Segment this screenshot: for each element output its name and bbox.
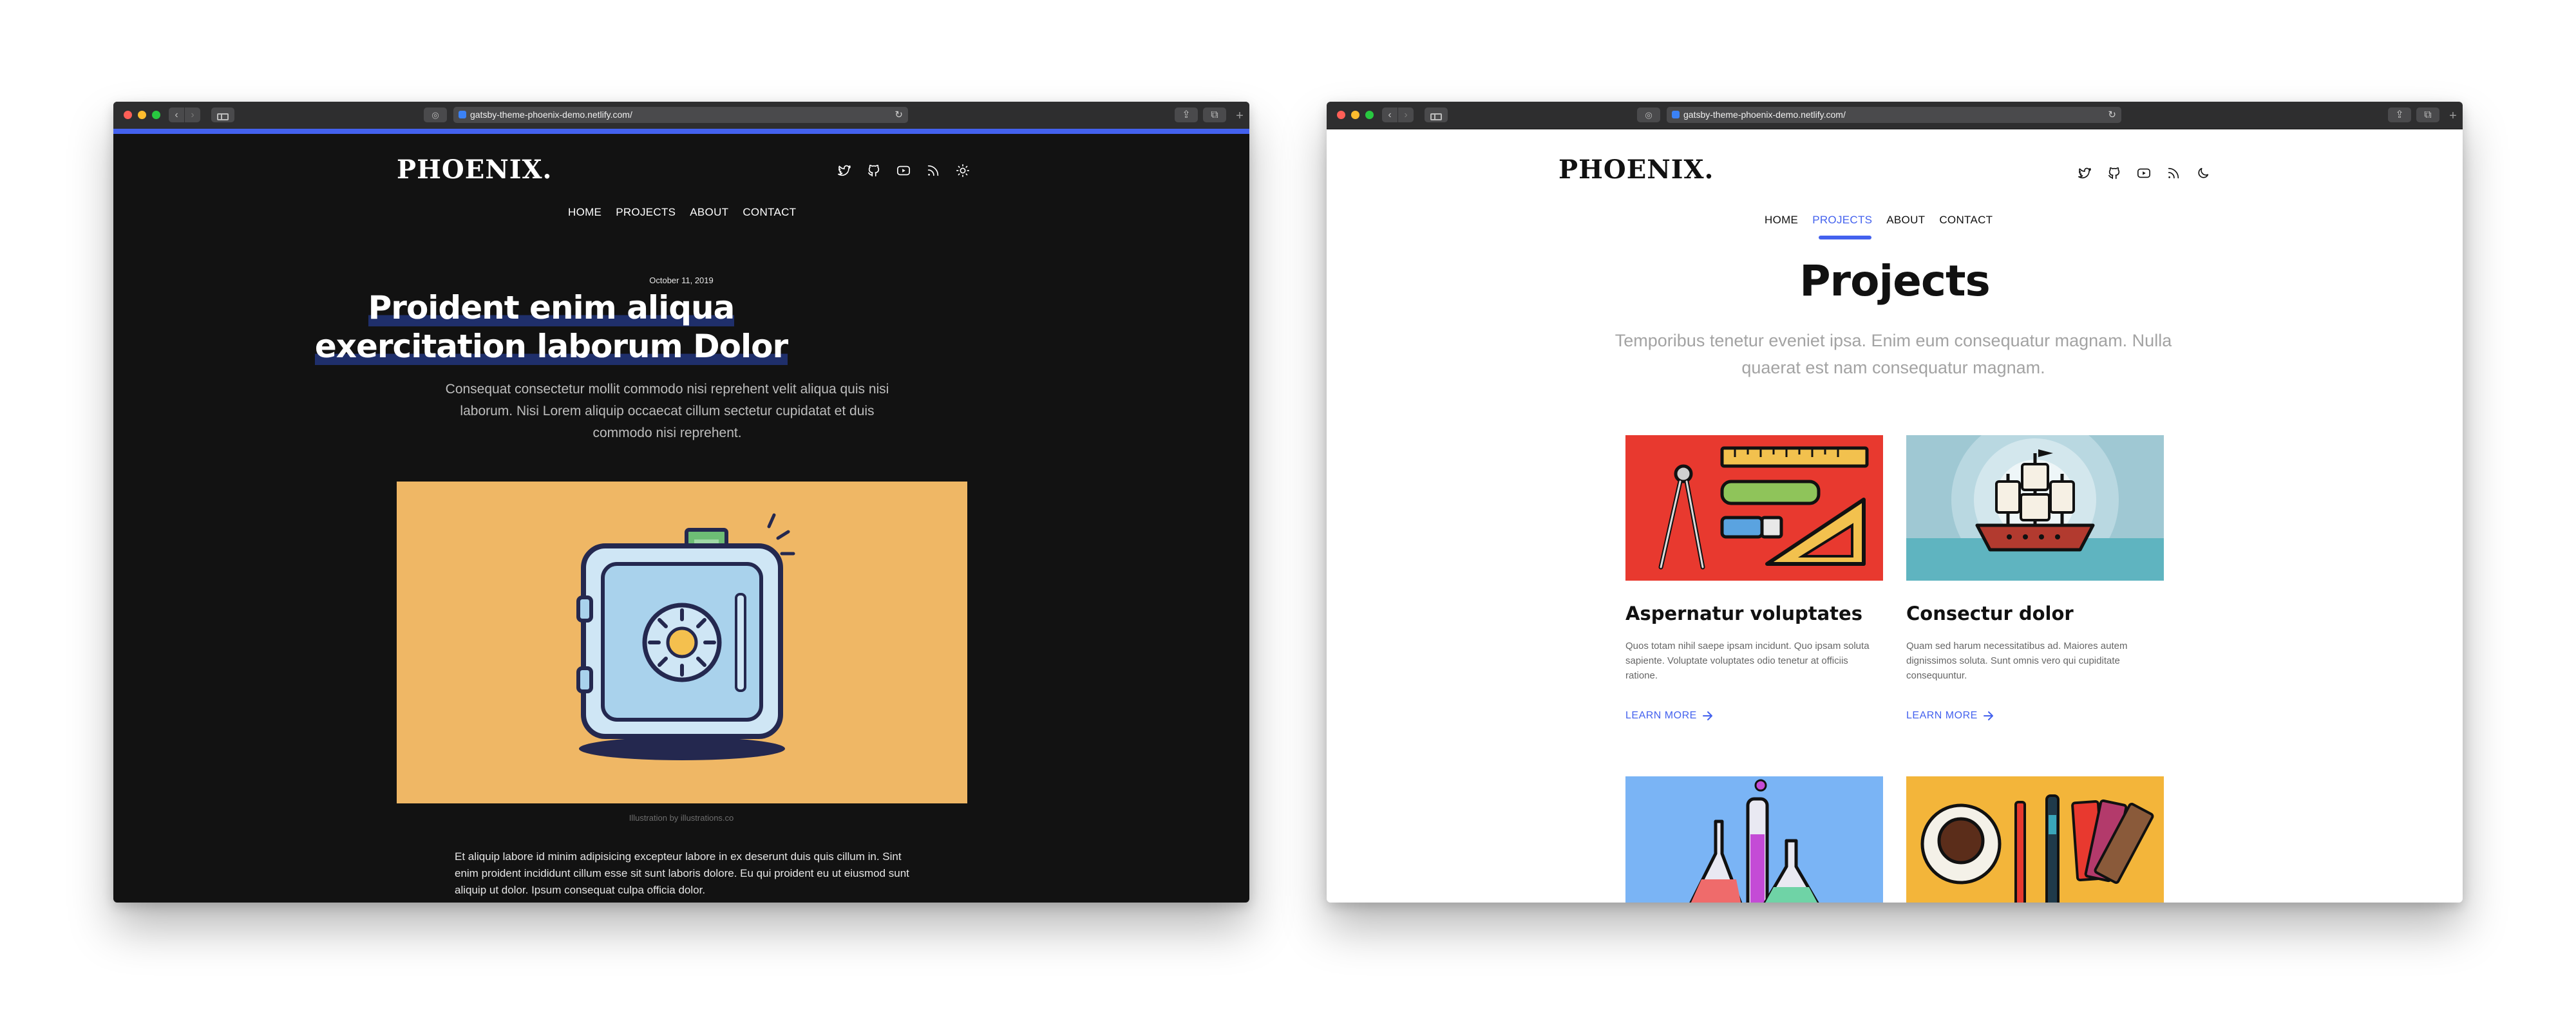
sidebar-toggle-button[interactable]	[1425, 108, 1448, 122]
nav-projects[interactable]: PROJECTS	[1812, 214, 1872, 227]
nav-home[interactable]: HOME	[568, 206, 601, 219]
minimize-window-button[interactable]	[138, 111, 146, 119]
post-date: October 11, 2019	[649, 276, 714, 285]
new-tab-button[interactable]: +	[2446, 109, 2460, 124]
arrow-right-icon	[1983, 711, 1993, 720]
site-logo[interactable]: PHOENIX.	[1558, 154, 1714, 185]
nav-projects[interactable]: PROJECTS	[616, 206, 676, 219]
browser-window-light: ‹ › ◎ gatsby-theme-phoenix-demo.netlify.…	[1327, 102, 2463, 903]
tab-overview-button[interactable]: ⧉	[1203, 108, 1226, 122]
learn-more-link[interactable]: LEARN MORE	[1625, 710, 1883, 722]
nav-contact[interactable]: CONTACT	[1939, 214, 1993, 227]
site-logo[interactable]: PHOENIX.	[397, 154, 552, 185]
sun-icon[interactable]	[956, 164, 970, 178]
moon-icon[interactable]	[2196, 166, 2210, 180]
drawing-tools-image	[1625, 435, 1883, 581]
nav-contact[interactable]: CONTACT	[743, 206, 796, 219]
project-card[interactable]: Consectur dolor Quam sed harum necessita…	[1906, 435, 2164, 722]
image-caption: Illustration by illustrations.co	[629, 813, 734, 823]
main-menu: HOME PROJECTS ABOUT CONTACT	[1765, 214, 1993, 227]
zoom-window-button[interactable]	[1365, 111, 1374, 119]
site-favicon-icon	[459, 111, 466, 118]
youtube-icon[interactable]	[2137, 166, 2151, 180]
social-icons	[837, 164, 970, 178]
post-title: Proident enim aliqua exercitation laboru…	[261, 288, 841, 366]
nav-about[interactable]: ABOUT	[1886, 214, 1925, 227]
sidebar-toggle-button[interactable]	[211, 108, 234, 122]
arrow-right-icon	[1702, 711, 1712, 720]
project-title[interactable]: Consectur dolor	[1906, 603, 2164, 624]
coffee-and-pens-image[interactable]	[1906, 776, 2164, 903]
post-title-line-2: exercitation laborum Dolor	[314, 328, 788, 365]
rss-icon[interactable]	[2166, 166, 2181, 180]
forward-button[interactable]: ›	[1398, 108, 1414, 122]
project-description: Quam sed harum necessitatibus ad. Maiore…	[1906, 641, 2128, 681]
sidebar-icon	[217, 113, 229, 120]
nav-about[interactable]: ABOUT	[690, 206, 728, 219]
back-button[interactable]: ‹	[169, 108, 184, 122]
reload-icon[interactable]: ↻	[2108, 107, 2116, 123]
learn-more-link[interactable]: LEARN MORE	[1906, 710, 2164, 722]
address-bar[interactable]: gatsby-theme-phoenix-demo.netlify.com/ ↻	[453, 107, 908, 123]
chemistry-flasks-image[interactable]	[1625, 776, 1883, 903]
browser-toolbar: ‹ › ◎ gatsby-theme-phoenix-demo.netlify.…	[113, 102, 1249, 129]
post-title-line-1: Proident enim aliqua	[368, 289, 735, 326]
main-menu: HOME PROJECTS ABOUT CONTACT	[568, 206, 796, 219]
minimize-window-button[interactable]	[1351, 111, 1359, 119]
active-nav-indicator	[1819, 236, 1871, 239]
learn-more-label: LEARN MORE	[1906, 710, 1978, 721]
address-bar-url: gatsby-theme-phoenix-demo.netlify.com/	[1683, 109, 1846, 120]
close-window-button[interactable]	[1337, 111, 1345, 119]
twitter-icon[interactable]	[837, 164, 851, 178]
pirate-ship-image	[1906, 435, 2164, 581]
safe-illustration	[397, 482, 967, 803]
page-title: Projects	[1799, 256, 1991, 306]
github-icon[interactable]	[867, 164, 881, 178]
nav-home[interactable]: HOME	[1765, 214, 1798, 227]
project-title[interactable]: Aspernatur voluptates	[1625, 603, 1883, 624]
sidebar-icon	[1430, 113, 1442, 120]
github-icon[interactable]	[2107, 166, 2121, 180]
share-button[interactable]: ⇪	[1175, 108, 1198, 122]
zoom-window-button[interactable]	[152, 111, 160, 119]
project-description: Quos totam nihil saepe ipsam incidunt. Q…	[1625, 641, 1870, 681]
learn-more-label: LEARN MORE	[1625, 710, 1697, 721]
forward-button[interactable]: ›	[185, 108, 200, 122]
post-body: Et aliquip labore id minim adipisicing e…	[455, 850, 909, 896]
project-card[interactable]: Aspernatur voluptates Quos totam nihil s…	[1625, 435, 1883, 722]
privacy-report-button[interactable]: ◎	[424, 108, 447, 122]
reload-icon[interactable]: ↻	[895, 107, 903, 123]
privacy-report-button[interactable]: ◎	[1637, 108, 1660, 122]
new-tab-button[interactable]: +	[1233, 109, 1247, 124]
browser-window-dark: ‹ › ◎ gatsby-theme-phoenix-demo.netlify.…	[113, 102, 1249, 903]
back-button[interactable]: ‹	[1382, 108, 1397, 122]
page-load-progress-bar	[113, 129, 1249, 134]
site-favicon-icon	[1672, 111, 1680, 118]
browser-toolbar: ‹ › ◎ gatsby-theme-phoenix-demo.netlify.…	[1327, 102, 2463, 129]
close-window-button[interactable]	[124, 111, 132, 119]
twitter-icon[interactable]	[2078, 166, 2092, 180]
page-subtitle: Temporibus tenetur eveniet ipsa. Enim eu…	[1615, 331, 2172, 377]
social-icons	[2078, 166, 2210, 180]
rss-icon[interactable]	[926, 164, 940, 178]
tab-overview-button[interactable]: ⧉	[2416, 108, 2439, 122]
share-button[interactable]: ⇪	[2388, 108, 2411, 122]
youtube-icon[interactable]	[896, 164, 911, 178]
address-bar-url: gatsby-theme-phoenix-demo.netlify.com/	[470, 109, 632, 120]
post-description: Consequat consectetur mollit commodo nis…	[445, 382, 889, 440]
address-bar[interactable]: gatsby-theme-phoenix-demo.netlify.com/ ↻	[1667, 107, 2121, 123]
